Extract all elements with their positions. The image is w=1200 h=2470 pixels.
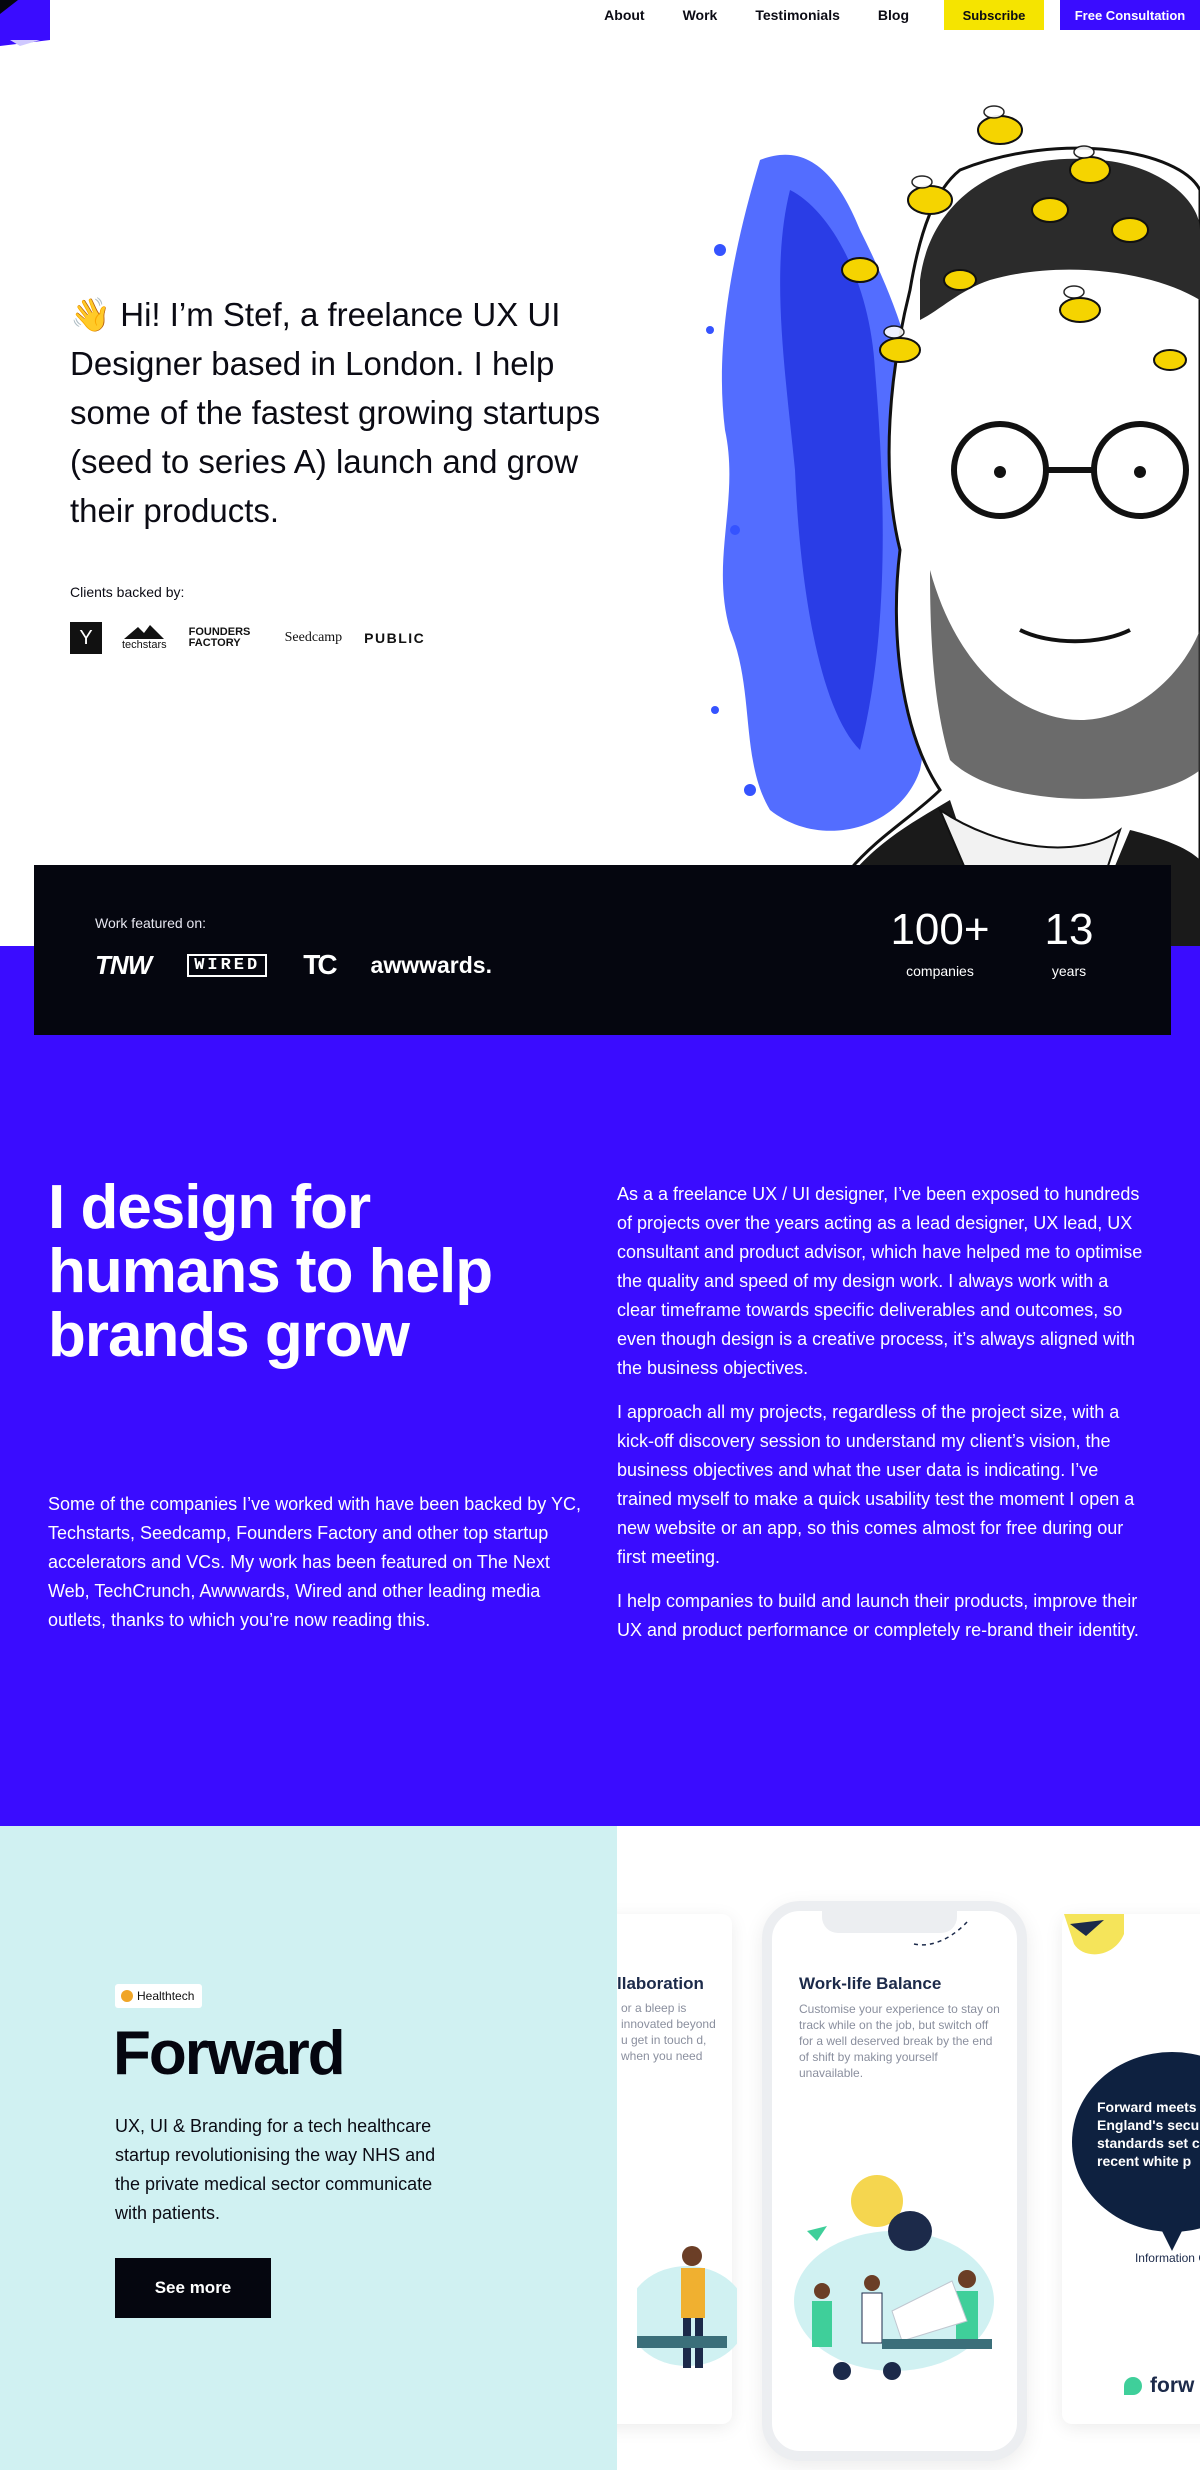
- forward-logo-icon: [1124, 2377, 1142, 2395]
- client-logo-ycombinator: Y: [70, 622, 102, 654]
- free-consultation-button[interactable]: Free Consultation: [1060, 0, 1200, 30]
- about-heading: I design for humans to help brands grow: [48, 1173, 493, 1370]
- phone-card-body: Customise your experience to stay on tra…: [799, 2002, 1000, 2080]
- about-paragraph-2: I approach all my projects, regardless o…: [617, 1402, 1135, 1567]
- hero-intro-text: Hi! I’m Stef, a freelance UX UI Designer…: [70, 296, 601, 529]
- hospital-illustration: [794, 2175, 994, 2380]
- case-study-title: Forward: [113, 2019, 346, 2088]
- client-logo-techstars: techstars: [122, 625, 167, 651]
- category-badge-label: Healthtech: [137, 1989, 195, 2003]
- forward-logo: forw: [1124, 2374, 1194, 2398]
- nav-link-about[interactable]: About: [604, 7, 644, 23]
- speech-bubble-text: Forward meets England's secu standards s…: [1097, 2099, 1200, 2169]
- about-paragraph-1: As a a freelance UX / UI designer, I’ve …: [617, 1184, 1143, 1378]
- client-logos: Y techstars FOUNDERS FACTORY Seedcamp PU…: [70, 620, 447, 656]
- press-logo-tnw: TNW: [95, 949, 152, 980]
- featured-bar: Work featured on: TNW WIRED TC awwwards.…: [34, 865, 1171, 1035]
- info-governance-text: Information Gov NHS Engla: [1134, 2251, 1200, 2265]
- case-study-mockups: llaboration or a bleep is innovated beyo…: [617, 1826, 1200, 2470]
- client-logo-founders-factory: FOUNDERS FACTORY: [188, 626, 251, 649]
- wave-icon: 👋: [70, 296, 112, 333]
- phone-card-title: Work-life Balance: [799, 1974, 942, 1993]
- nav-link-blog[interactable]: Blog: [878, 7, 909, 23]
- mockup-card-collaboration-title: llaboration: [617, 1974, 704, 1993]
- stat-years-value: 13: [1044, 905, 1094, 954]
- press-logo-awwwards: awwwards.: [370, 951, 492, 978]
- nav-link-testimonials[interactable]: Testimonials: [755, 7, 840, 23]
- press-logo-wired: WIRED: [187, 953, 268, 977]
- stat-years: 13 years: [1039, 905, 1099, 979]
- press-logos: TNW WIRED TC awwwards.: [95, 948, 528, 982]
- clients-label: Clients backed by:: [70, 584, 185, 600]
- see-more-button[interactable]: See more: [115, 2258, 271, 2318]
- press-logo-techcrunch: TC: [303, 949, 337, 980]
- about-paragraph-3: I help companies to build and launch the…: [617, 1591, 1139, 1640]
- speech-bubble-tail: [1157, 2221, 1187, 2251]
- category-badge: Healthtech: [115, 1984, 203, 2008]
- stat-companies-label: companies: [906, 963, 974, 979]
- portrait-illustration: [706, 105, 1200, 950]
- stat-years-label: years: [1051, 963, 1087, 979]
- corner-logo[interactable]: [0, 0, 50, 46]
- about-left-paragraph: Some of the companies I’ve worked with h…: [48, 1494, 581, 1630]
- featured-label: Work featured on:: [95, 915, 207, 931]
- stat-companies-value: 100+: [890, 905, 990, 954]
- subscribe-button[interactable]: Subscribe: [944, 0, 1044, 30]
- client-logo-public: PUBLIC: [364, 630, 426, 646]
- forward-logo-text: forw: [1150, 2374, 1195, 2397]
- case-study-description: UX, UI & Branding for a tech healthcare …: [115, 2116, 436, 2223]
- top-nav: About Work Testimonials Blog Subscribe F…: [604, 0, 1200, 30]
- about-right-column: As a a freelance UX / UI designer, I’ve …: [617, 1180, 1152, 1660]
- pill-icon: [121, 1990, 133, 2002]
- mockup-card-collaboration-body: or a bleep is innovated beyond u get in …: [621, 2001, 716, 2063]
- dashed-path-icon: [913, 1921, 968, 1946]
- nav-link-work[interactable]: Work: [683, 7, 718, 23]
- paper-plane-icon: [1064, 1914, 1124, 1955]
- client-logo-seedcamp: Seedcamp: [284, 630, 343, 645]
- hero-intro: 👋 Hi! I’m Stef, a freelance UX UI Design…: [70, 290, 630, 535]
- doctor-illustration: [637, 2246, 737, 2368]
- mountain-icon: [124, 625, 165, 639]
- stat-companies: 100+ companies: [890, 905, 990, 979]
